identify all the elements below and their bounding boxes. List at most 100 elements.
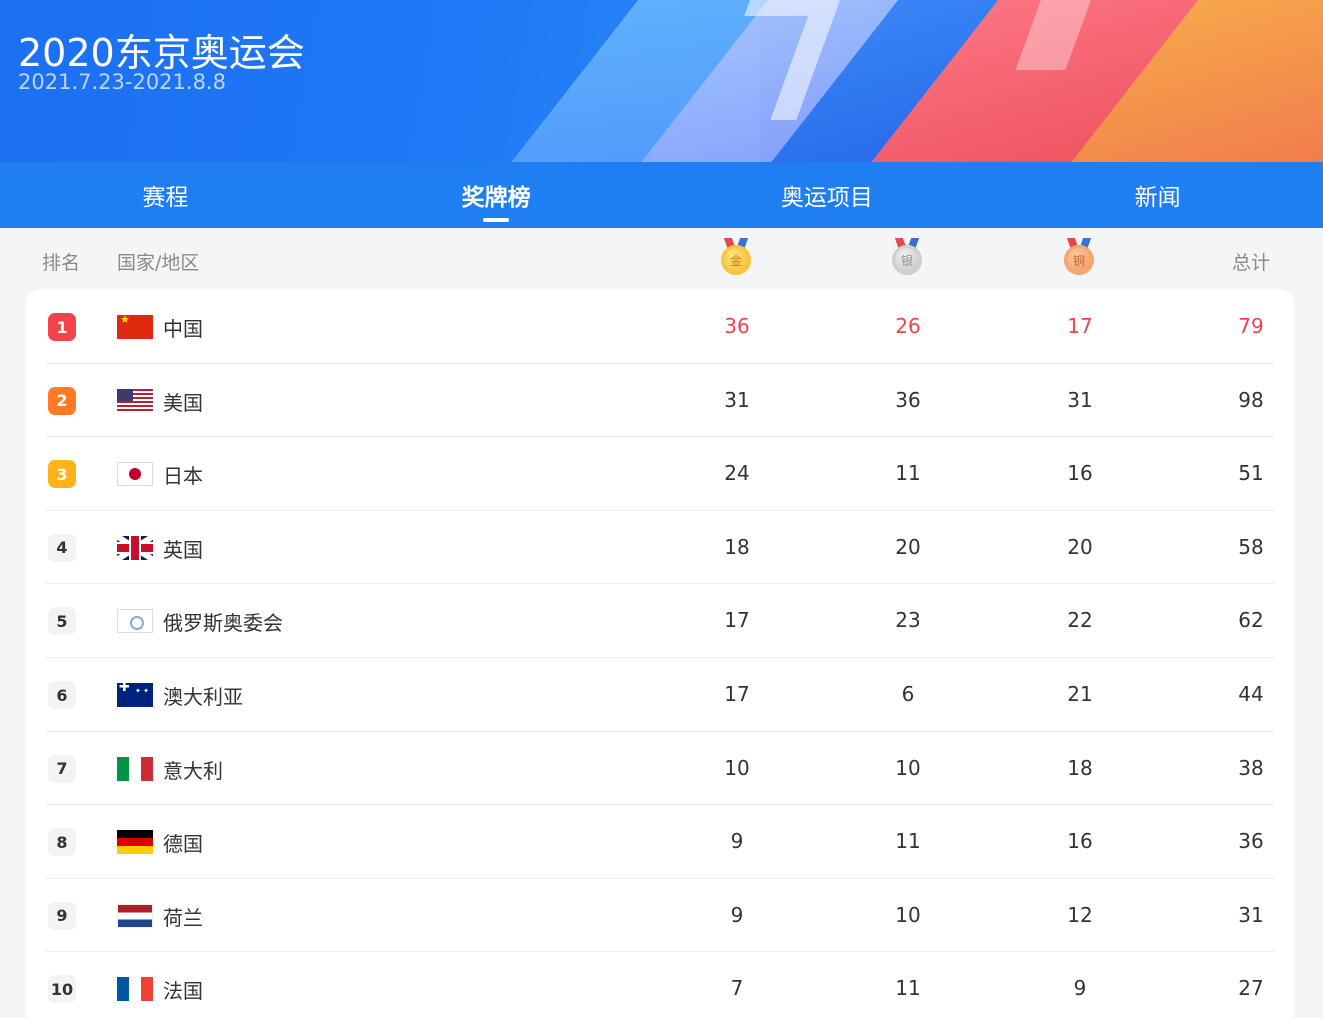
- country-name: 美国: [163, 390, 203, 415]
- us-flag-icon: [117, 388, 153, 413]
- column-country: 国家/地区: [117, 252, 200, 274]
- total-count: 27: [1238, 976, 1264, 1001]
- table-row[interactable]: 8 德国 9 11 16 36: [45, 805, 1275, 879]
- page-title: 2020东京奥运会: [18, 31, 305, 75]
- rank-badge: 10: [48, 975, 76, 1004]
- gold-count: 17: [724, 608, 750, 633]
- rank-badge: 9: [48, 901, 76, 930]
- rank-badge: 6: [48, 681, 76, 709]
- gold-count: 9: [730, 902, 744, 927]
- bronze-count: 17: [1067, 314, 1093, 338]
- bronze-medal-icon: 铜: [1063, 238, 1095, 276]
- medal-table: 1 中国 36 26 17 79 2 美国 31 36 31 98 3 日本 2…: [26, 290, 1294, 1018]
- silver-count: 36: [895, 387, 921, 412]
- silver-medal-icon: 银: [891, 238, 923, 276]
- table-row[interactable]: 5 俄罗斯奥委会 17 23 22 62: [45, 584, 1275, 658]
- event-dates: 2021.7.23-2021.8.8: [18, 70, 226, 94]
- jp-flag-icon: [117, 462, 153, 487]
- tab-label: 新闻: [1134, 185, 1181, 211]
- bronze-count: 16: [1067, 829, 1093, 854]
- country-name: 中国: [163, 317, 203, 341]
- rank-badge: 4: [48, 533, 76, 562]
- total-count: 79: [1238, 314, 1264, 338]
- rank-badge: 5: [48, 607, 76, 636]
- tab-schedule[interactable]: 赛程: [0, 162, 331, 228]
- country-name: 荷兰: [163, 905, 203, 930]
- tab-olympic-sports[interactable]: 奥运项目: [662, 162, 993, 228]
- silver-count: 23: [895, 608, 921, 633]
- total-count: 98: [1238, 387, 1264, 412]
- silver-count: 11: [895, 461, 921, 486]
- total-count: 44: [1238, 682, 1264, 706]
- gold-count: 31: [724, 387, 750, 412]
- table-row[interactable]: 1 中国 36 26 17 79: [45, 290, 1275, 364]
- total-count: 36: [1238, 829, 1264, 854]
- table-row[interactable]: 6 澳大利亚 17 6 21 44: [45, 658, 1275, 732]
- gold-count: 10: [724, 755, 750, 780]
- gold-medal-text: 金: [721, 245, 751, 275]
- bronze-count: 18: [1067, 755, 1093, 780]
- bronze-count: 16: [1067, 461, 1093, 486]
- de-flag-icon: [117, 830, 153, 855]
- country-name: 日本: [163, 464, 203, 489]
- tab-label: 奥运项目: [780, 185, 873, 211]
- tab-news[interactable]: 新闻: [992, 162, 1323, 228]
- total-count: 62: [1238, 608, 1264, 633]
- country-name: 俄罗斯奥委会: [163, 611, 283, 636]
- gold-count: 9: [730, 829, 744, 854]
- country-name: 澳大利亚: [163, 685, 243, 709]
- total-count: 31: [1238, 902, 1264, 927]
- bronze-count: 20: [1067, 534, 1093, 559]
- gb-flag-icon: [117, 535, 153, 560]
- bronze-count: 9: [1073, 976, 1087, 1001]
- silver-count: 10: [895, 755, 921, 780]
- gold-count: 18: [724, 534, 750, 559]
- bronze-count: 22: [1067, 608, 1093, 633]
- active-tab-indicator: [483, 218, 510, 222]
- silver-count: 20: [895, 534, 921, 559]
- tab-medal-table[interactable]: 奖牌榜: [331, 162, 662, 228]
- bronze-medal-text: 铜: [1064, 245, 1094, 275]
- column-total: 总计: [1232, 252, 1271, 274]
- silver-count: 6: [901, 682, 915, 706]
- silver-count: 11: [895, 829, 921, 854]
- roc-flag-icon: [117, 609, 153, 634]
- country-name: 英国: [163, 537, 203, 562]
- total-count: 58: [1238, 534, 1264, 559]
- silver-count: 11: [895, 976, 921, 1001]
- rank-badge: 1: [48, 313, 76, 341]
- silver-medal-text: 银: [892, 245, 922, 275]
- table-row[interactable]: 2 美国 31 36 31 98: [45, 364, 1275, 438]
- country-name: 德国: [163, 832, 203, 857]
- fr-flag-icon: [117, 977, 153, 1002]
- bronze-count: 12: [1067, 902, 1093, 927]
- table-row[interactable]: 4 英国 18 20 20 58: [45, 511, 1275, 585]
- cn-flag-icon: [117, 315, 153, 339]
- bronze-count: 21: [1067, 682, 1093, 706]
- rank-badge: 3: [48, 460, 76, 489]
- rank-badge: 7: [48, 754, 76, 783]
- column-rank: 排名: [42, 252, 81, 274]
- nl-flag-icon: [117, 903, 153, 928]
- country-name: 意大利: [163, 758, 223, 783]
- gold-count: 7: [730, 976, 744, 1001]
- silver-count: 26: [895, 314, 921, 338]
- gold-count: 36: [724, 314, 750, 338]
- gold-count: 17: [724, 682, 750, 706]
- country-name: 法国: [163, 979, 203, 1004]
- total-count: 51: [1238, 461, 1264, 486]
- tab-bar: 赛程 奖牌榜 奥运项目 新闻: [0, 162, 1323, 228]
- table-row[interactable]: 10 法国 7 11 9 27: [45, 952, 1275, 1018]
- table-row[interactable]: 7 意大利 10 10 18 38: [45, 732, 1275, 806]
- bronze-count: 31: [1067, 387, 1093, 412]
- au-flag-icon: [117, 683, 153, 707]
- rank-badge: 8: [48, 828, 76, 857]
- header-banner: 2020东京奥运会 2021.7.23-2021.8.8: [0, 0, 1323, 162]
- table-row[interactable]: 9 荷兰 9 10 12 31: [45, 879, 1275, 953]
- tab-label: 赛程: [142, 185, 189, 211]
- tab-label: 奖牌榜: [461, 185, 531, 211]
- total-count: 38: [1238, 755, 1264, 780]
- column-header: 排名 国家/地区 金 银 铜 总计: [0, 228, 1323, 290]
- it-flag-icon: [117, 756, 153, 781]
- table-row[interactable]: 3 日本 24 11 16 51: [45, 437, 1275, 511]
